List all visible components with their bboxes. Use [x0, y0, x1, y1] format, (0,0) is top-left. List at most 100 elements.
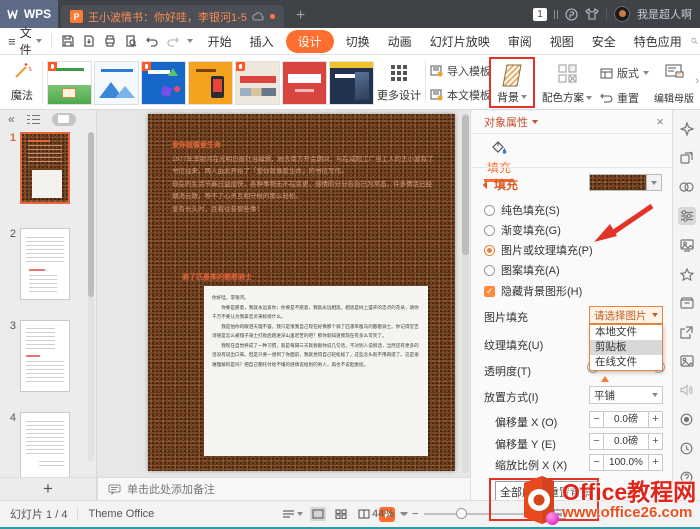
tab-home[interactable]: 开始 [199, 30, 241, 53]
fill-section-header[interactable]: 填充 [484, 176, 518, 193]
share-icon[interactable] [678, 323, 696, 341]
stepper-minus[interactable]: − [589, 411, 604, 428]
material-box-icon[interactable] [678, 294, 696, 312]
integral-icon[interactable] [565, 8, 578, 21]
audio-icon[interactable] [678, 381, 696, 399]
slide-2-thumbnail[interactable] [20, 228, 70, 300]
tab-security[interactable]: 安全 [583, 30, 625, 53]
theme-name[interactable]: Theme Office [88, 508, 154, 520]
tab-design[interactable]: 设计 [286, 30, 334, 53]
collapse-panel-icon[interactable]: « [8, 112, 15, 126]
slide-3-thumbnail[interactable] [20, 320, 70, 392]
favorites-icon[interactable] [678, 265, 696, 283]
notes-toggle-button[interactable] [282, 509, 303, 519]
template-thumbnail[interactable] [329, 61, 374, 105]
tab-insert[interactable]: 插入 [241, 30, 283, 53]
fill-swatch-dropdown[interactable] [647, 174, 662, 191]
tab-slideshow[interactable]: 幻灯片放映 [421, 30, 499, 53]
notes-bar[interactable]: 单击此处添加备注 [97, 477, 470, 500]
outline-view-icon[interactable] [27, 114, 40, 125]
reset-button[interactable]: 重置 [600, 90, 649, 106]
smart-effects-icon[interactable] [678, 120, 696, 138]
history-icon[interactable] [678, 439, 696, 457]
offset-y-value[interactable]: 0.0磅 [604, 433, 648, 450]
menu-item-clipboard[interactable]: 剪贴板 [590, 340, 662, 355]
stepper-minus[interactable]: − [589, 454, 604, 471]
thumbnail-scrollbar[interactable] [88, 132, 94, 462]
transition-icon[interactable] [678, 149, 696, 167]
print-icon[interactable] [103, 34, 117, 48]
template-thumbnail[interactable] [141, 61, 186, 105]
picture-fill-select[interactable]: 请选择图片 [589, 306, 663, 324]
import-template-button[interactable]: 导入模板 [430, 63, 491, 79]
add-slide-button[interactable]: + [0, 477, 96, 500]
current-fill-swatch[interactable] [589, 174, 647, 191]
tab-featured-apps[interactable]: 特色应用 [625, 30, 691, 53]
image-icon[interactable] [678, 352, 696, 370]
slide-view-toggle[interactable] [52, 113, 76, 126]
template-thumbnail[interactable] [282, 61, 327, 105]
edit-master-button[interactable]: 编辑母版 [652, 61, 696, 107]
undo-icon[interactable] [145, 35, 159, 47]
scale-x-stepper[interactable]: − 100.0% + [589, 454, 663, 471]
slide-canvas[interactable]: 爱你就像爱生命 1977年李银河在光明日报社当编辑，她去南方开会期间，与在咸阳工… [97, 110, 470, 477]
zoom-out-button[interactable]: − [412, 508, 418, 520]
tab-review[interactable]: 审阅 [499, 30, 541, 53]
scale-x-value[interactable]: 100.0% [604, 454, 648, 471]
screen-record-icon[interactable] [678, 410, 696, 428]
save-icon[interactable] [61, 34, 75, 48]
stepper-plus[interactable]: + [648, 433, 663, 450]
offset-y-stepper[interactable]: − 0.0磅 + [589, 433, 663, 450]
template-thumbnail[interactable] [47, 61, 92, 105]
new-tab-button[interactable]: + [296, 8, 305, 24]
tab-animation[interactable]: 动画 [379, 30, 421, 53]
slide-1-thumbnail[interactable] [20, 132, 70, 204]
offset-x-value[interactable]: 0.0磅 [604, 411, 648, 428]
slide-sorter-view-button[interactable] [333, 507, 349, 521]
fill-option-pattern[interactable]: 图案填充(A) [484, 262, 560, 278]
zoom-slider-thumb[interactable] [456, 508, 467, 519]
letter-text-box[interactable]: 你好哇，李银河。 你要是愿意，我就永远爱你；你要是不愿意，我就永远相思。相思是树… [204, 286, 428, 456]
skin-icon[interactable] [585, 8, 599, 20]
object-properties-icon[interactable] [678, 207, 696, 225]
fill-option-gradient[interactable]: 渐变填充(G) [484, 222, 561, 238]
current-slide[interactable]: 爱你就像爱生命 1977年李银河在光明日报社当编辑，她去南方开会期间，与在咸阳工… [148, 114, 455, 471]
stepper-minus[interactable]: − [589, 433, 604, 450]
template-thumbnail[interactable] [235, 61, 280, 105]
redo-icon[interactable] [166, 35, 180, 47]
template-thumbnail[interactable] [188, 61, 233, 105]
canvas-scrollbar[interactable] [462, 113, 469, 473]
menu-item-online-file[interactable]: 在线文件 [590, 355, 662, 370]
tab-transition[interactable]: 切换 [337, 30, 379, 53]
text-template-button[interactable]: 本文模板 [430, 87, 491, 103]
print-preview-icon[interactable] [124, 34, 138, 48]
magic-button[interactable]: 魔法 [4, 59, 40, 105]
file-menu[interactable]: 文件 [20, 24, 33, 58]
quick-access-caret-icon[interactable] [187, 39, 193, 46]
layout-button[interactable]: 版式 [600, 65, 649, 81]
menu-item-local-file[interactable]: 本地文件 [590, 325, 662, 340]
user-avatar[interactable] [614, 6, 630, 22]
username[interactable]: 我是超人啊 [637, 6, 692, 22]
zoom-caret-icon[interactable] [400, 512, 406, 519]
placement-select[interactable]: 平铺 [589, 386, 663, 404]
tab-view[interactable]: 视图 [541, 30, 583, 53]
fill-option-solid[interactable]: 纯色填充(S) [484, 202, 560, 218]
ribbon-overflow-chevron[interactable]: › [695, 75, 699, 87]
fill-option-picture-texture[interactable]: 图片或纹理填充(P) [484, 242, 593, 258]
more-designs-button[interactable]: 更多设计 [376, 61, 422, 105]
hamburger-menu-icon[interactable]: ≡ [8, 34, 16, 49]
offset-x-stepper[interactable]: − 0.0磅 + [589, 411, 663, 428]
message-count-badge[interactable]: 1 [533, 8, 547, 21]
shapes-icon[interactable] [678, 178, 696, 196]
stepper-plus[interactable]: + [648, 454, 663, 471]
file-menu-caret-icon[interactable] [36, 39, 42, 46]
panel-close-icon[interactable]: × [656, 114, 664, 129]
stepper-plus[interactable]: + [648, 411, 663, 428]
clipart-library-icon[interactable] [678, 236, 696, 254]
export-icon[interactable] [82, 34, 96, 48]
reading-view-button[interactable] [356, 507, 372, 521]
hide-background-checkbox[interactable]: ✓ 隐藏背景图形(H) [484, 283, 582, 299]
color-scheme-button[interactable]: 配色方案 [538, 61, 596, 107]
panel-title-caret-icon[interactable] [532, 120, 538, 127]
